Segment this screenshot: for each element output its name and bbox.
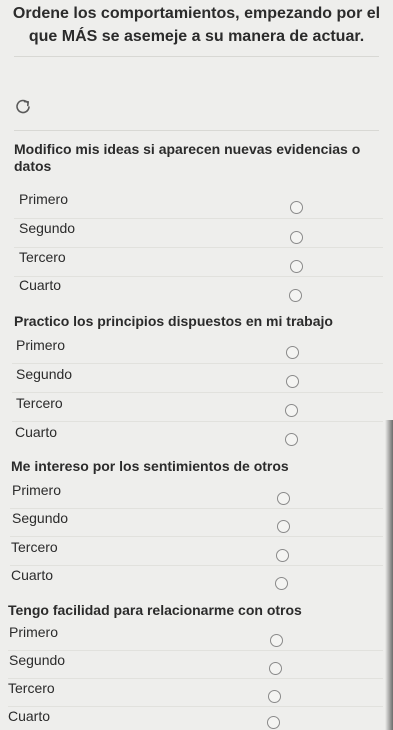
q4-option-primero-radio[interactable] <box>270 634 283 647</box>
q1-option-tercero-radio[interactable] <box>290 260 303 273</box>
q1-row-divider <box>14 218 383 219</box>
q1-option-cuarto-radio[interactable] <box>289 289 302 302</box>
question-3-text: Me intereso por los sentimientos de otro… <box>11 458 289 474</box>
q2-row-divider <box>12 363 383 364</box>
q1-option-primero-radio[interactable] <box>290 201 303 214</box>
section-divider <box>14 130 379 131</box>
q1-row-divider <box>14 247 383 248</box>
q3-option-tercero-radio[interactable] <box>276 549 289 562</box>
q3-row-divider <box>10 565 383 566</box>
q4-option-cuarto-label: Cuarto <box>8 708 51 724</box>
q1-option-primero-label: Primero <box>19 191 69 207</box>
edge-shadow <box>385 420 393 730</box>
q3-option-primero-radio[interactable] <box>277 492 290 505</box>
q3-option-primero-label: Primero <box>12 482 62 498</box>
q3-option-tercero-label: Tercero <box>11 539 58 555</box>
q4-option-tercero-label: Tercero <box>8 680 55 696</box>
instruction-heading: Ordene los comportamientos, empezando po… <box>12 5 381 45</box>
q1-option-cuarto-label: Cuarto <box>19 277 62 293</box>
q4-option-segundo-radio[interactable] <box>269 662 282 675</box>
question-1-text: Modifico mis ideas si aparecen nuevas ev… <box>14 141 361 174</box>
q2-option-primero-label: Primero <box>16 337 66 353</box>
q2-option-segundo-label: Segundo <box>16 366 73 382</box>
q2-row-divider <box>12 421 383 422</box>
q3-row-divider <box>10 536 383 537</box>
q1-row-divider <box>14 276 383 277</box>
q1-option-tercero-label: Tercero <box>19 249 66 265</box>
q2-option-segundo-radio[interactable] <box>286 375 299 388</box>
q2-option-cuarto-radio[interactable] <box>285 433 298 446</box>
q4-row-divider <box>8 678 383 679</box>
q3-option-segundo-label: Segundo <box>12 510 69 526</box>
q2-option-tercero-label: Tercero <box>16 395 63 411</box>
q1-option-segundo-radio[interactable] <box>290 231 303 244</box>
header-divider <box>14 56 379 57</box>
q4-option-segundo-label: Segundo <box>9 652 66 668</box>
q1-option-segundo-label: Segundo <box>19 220 76 236</box>
q4-option-tercero-radio[interactable] <box>268 690 281 703</box>
q2-row-divider <box>12 392 383 393</box>
q2-option-cuarto-label: Cuarto <box>15 424 58 440</box>
question-4-text: Tengo facilidad para relacionarme con ot… <box>8 602 302 618</box>
q2-option-primero-radio[interactable] <box>286 346 299 359</box>
q4-option-cuarto-radio[interactable] <box>267 716 280 729</box>
q4-row-divider <box>8 706 383 707</box>
q3-option-segundo-radio[interactable] <box>277 520 290 533</box>
refresh-icon[interactable] <box>14 98 32 116</box>
q3-row-divider <box>10 508 383 509</box>
q3-option-cuarto-radio[interactable] <box>275 577 288 590</box>
question-2-text: Practico los principios dispuestos en mi… <box>14 313 333 329</box>
q4-row-divider <box>8 650 383 651</box>
q2-option-tercero-radio[interactable] <box>285 404 298 417</box>
q4-option-primero-label: Primero <box>9 624 59 640</box>
q3-option-cuarto-label: Cuarto <box>11 567 54 583</box>
